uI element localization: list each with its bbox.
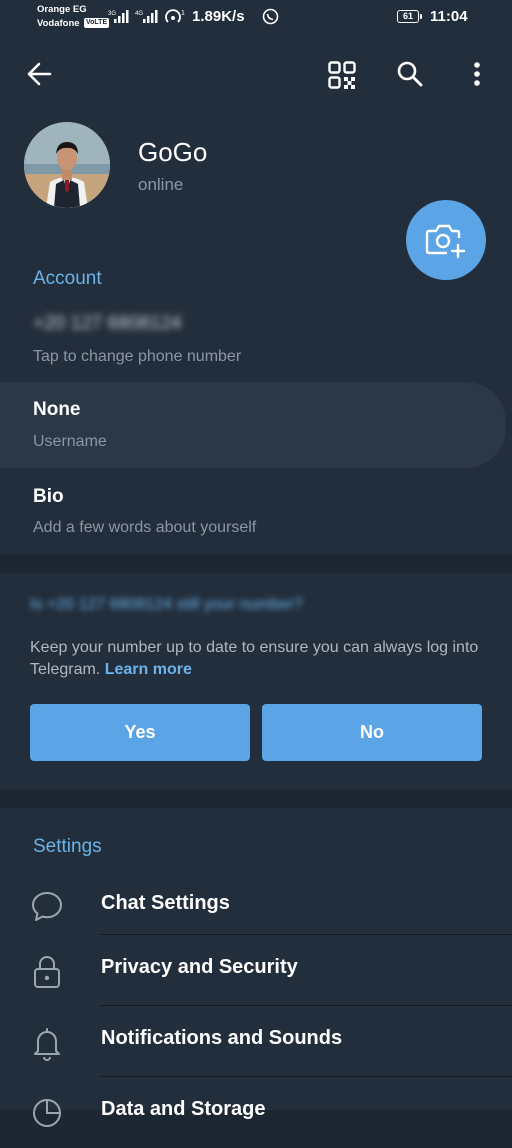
username-value: None bbox=[33, 399, 81, 420]
volte-badge: VoLTE bbox=[84, 18, 110, 28]
more-options-icon[interactable] bbox=[472, 61, 482, 87]
carrier-1: Orange EG bbox=[37, 4, 87, 15]
carrier-2: Vodafone bbox=[37, 18, 80, 29]
signal-icon-2: 4G bbox=[135, 10, 158, 23]
lock-icon bbox=[34, 956, 60, 988]
settings-section-title: Settings bbox=[33, 836, 102, 857]
learn-more-link[interactable]: Learn more bbox=[105, 661, 192, 678]
camera-add-icon bbox=[425, 224, 466, 259]
settings-item-privacy[interactable]: Privacy and Security bbox=[0, 935, 512, 1006]
number-check-text: Keep your number up to date to ensure yo… bbox=[30, 637, 490, 681]
svg-text:1: 1 bbox=[181, 10, 185, 17]
hotspot-icon: 1 bbox=[165, 9, 185, 23]
bell-icon bbox=[34, 1028, 60, 1061]
back-arrow-icon[interactable] bbox=[26, 61, 52, 87]
whatsapp-icon bbox=[262, 8, 279, 25]
account-section-title: Account bbox=[33, 268, 102, 289]
set-photo-button[interactable] bbox=[406, 200, 486, 280]
settings-item-label: Chat Settings bbox=[101, 892, 230, 914]
settings-section: Settings Chat Settings Privacy and Secur… bbox=[0, 808, 512, 1127]
profile-status: online bbox=[138, 175, 184, 194]
svg-text:4G: 4G bbox=[135, 11, 143, 17]
search-icon[interactable] bbox=[397, 61, 423, 87]
no-button[interactable]: No bbox=[262, 704, 482, 761]
profile-avatar[interactable] bbox=[24, 122, 110, 208]
phone-number: +20 127 6808124 bbox=[33, 313, 182, 334]
username-label: Username bbox=[33, 433, 107, 450]
svg-text:3G: 3G bbox=[108, 11, 116, 17]
chat-bubble-icon bbox=[32, 892, 62, 921]
status-time: 11:04 bbox=[430, 8, 468, 25]
net-speed: 1.89K/s bbox=[192, 8, 245, 25]
battery-indicator: 61 bbox=[397, 10, 422, 23]
status-bar: Orange EG Vodafone VoLTE 3G 4G 1 1.89K/s… bbox=[0, 0, 512, 36]
settings-item-notifications[interactable]: Notifications and Sounds bbox=[0, 1006, 512, 1077]
pie-chart-icon bbox=[33, 1099, 61, 1127]
settings-item-label: Notifications and Sounds bbox=[101, 1027, 343, 1049]
qr-code-icon[interactable] bbox=[328, 61, 356, 89]
number-check-question: Is +20 127 6808124 still your number? bbox=[30, 596, 303, 613]
signal-icon: 3G bbox=[108, 10, 129, 23]
settings-item-data[interactable]: Data and Storage bbox=[0, 1077, 512, 1148]
settings-item-label: Privacy and Security bbox=[101, 956, 298, 978]
yes-button[interactable]: Yes bbox=[30, 704, 250, 761]
profile-name: GoGo bbox=[138, 137, 208, 167]
username-row[interactable] bbox=[0, 382, 506, 468]
bio-hint: Add a few words about yourself bbox=[33, 519, 257, 536]
bio-label: Bio bbox=[33, 486, 64, 507]
settings-item-chat[interactable]: Chat Settings bbox=[0, 871, 512, 942]
number-check-description: Keep your number up to date to ensure yo… bbox=[30, 639, 479, 678]
phone-hint: Tap to change phone number bbox=[33, 348, 242, 365]
